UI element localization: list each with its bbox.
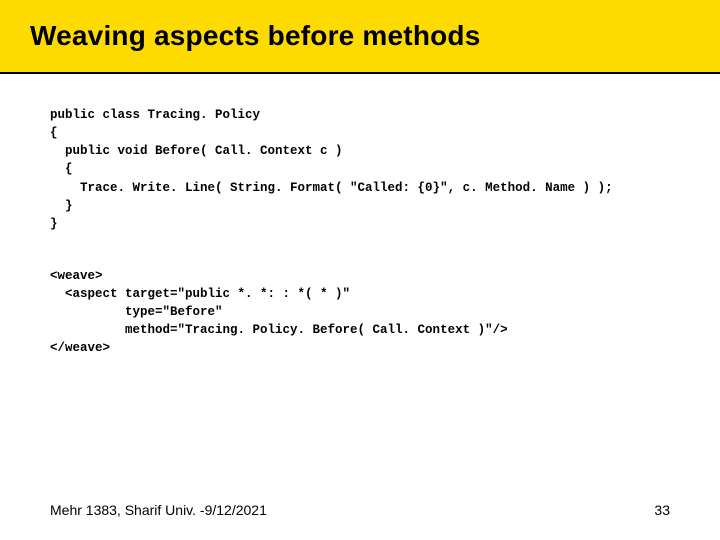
footer-left: Mehr 1383, Sharif Univ. -9/12/2021 — [50, 502, 267, 518]
content-area: public class Tracing. Policy { public vo… — [0, 74, 720, 358]
footer: Mehr 1383, Sharif Univ. -9/12/2021 33 — [0, 502, 720, 518]
code-block-weave: <weave> <aspect target="public *. *: : *… — [50, 267, 670, 358]
slide-title: Weaving aspects before methods — [30, 20, 481, 52]
code-block-class: public class Tracing. Policy { public vo… — [50, 106, 670, 233]
title-band: Weaving aspects before methods — [0, 0, 720, 74]
page-number: 33 — [654, 502, 670, 518]
